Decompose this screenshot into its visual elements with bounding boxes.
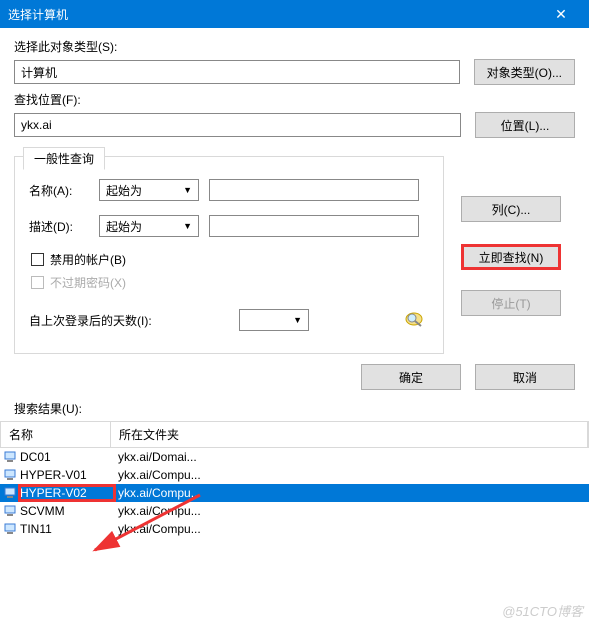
location-label: 查找位置(F): [14, 91, 575, 108]
name-match-select[interactable]: 起始为 ▼ [99, 179, 199, 201]
table-row[interactable]: DC01 ykx.ai/Domai... [0, 448, 589, 466]
row-name: SCVMM [20, 504, 65, 518]
titlebar: 选择计算机 ✕ [0, 0, 589, 28]
table-row[interactable]: HYPER-V02 ykx.ai/Compu... [0, 484, 589, 502]
common-queries-tab-panel: 一般性查询 名称(A): 起始为 ▼ 描述(D): 起始为 ▼ [14, 156, 444, 354]
computer-icon [4, 468, 18, 482]
computer-icon [4, 450, 18, 464]
row-folder: ykx.ai/Compu... [114, 522, 589, 536]
table-row[interactable]: SCVMM ykx.ai/Compu... [0, 502, 589, 520]
ok-button[interactable]: 确定 [361, 364, 461, 390]
object-type-label: 选择此对象类型(S): [14, 38, 575, 55]
no-expire-label: 不过期密码(X) [50, 274, 126, 291]
close-icon[interactable]: ✕ [541, 6, 581, 23]
disabled-accounts-checkbox[interactable] [31, 253, 44, 266]
days-since-label: 自上次登录后的天数(I): [29, 312, 179, 329]
location-field: ykx.ai [14, 113, 461, 137]
computer-icon [4, 522, 18, 536]
computer-icon [4, 486, 18, 500]
row-folder: ykx.ai/Compu... [114, 486, 589, 500]
row-name: TIN11 [20, 522, 52, 536]
tab-common-queries[interactable]: 一般性查询 [23, 147, 105, 170]
column-name[interactable]: 名称 [1, 422, 111, 447]
days-since-select[interactable]: ▼ [239, 309, 309, 331]
row-folder: ykx.ai/Domai... [114, 450, 589, 464]
desc-label: 描述(D): [29, 218, 99, 235]
desc-match-select[interactable]: 起始为 ▼ [99, 215, 199, 237]
chevron-down-icon: ▼ [183, 185, 192, 195]
row-name: DC01 [20, 450, 51, 464]
no-expire-checkbox [31, 276, 44, 289]
column-folder[interactable]: 所在文件夹 [111, 422, 588, 447]
chevron-down-icon: ▼ [183, 221, 192, 231]
cancel-button[interactable]: 取消 [475, 364, 575, 390]
watermark: @51CTO博客 [502, 601, 583, 620]
stop-button: 停止(T) [461, 290, 561, 316]
search-icon [401, 310, 429, 330]
row-folder: ykx.ai/Compu... [114, 504, 589, 518]
disabled-accounts-label: 禁用的帐户(B) [50, 251, 126, 268]
desc-input[interactable] [209, 215, 419, 237]
row-name: HYPER-V02 [20, 486, 87, 500]
row-folder: ykx.ai/Compu... [114, 468, 589, 482]
results-label: 搜索结果(U): [14, 400, 589, 417]
locations-button[interactable]: 位置(L)... [475, 112, 575, 138]
row-name: HYPER-V01 [20, 468, 87, 482]
object-type-field: 计算机 [14, 60, 460, 84]
object-types-button[interactable]: 对象类型(O)... [474, 59, 575, 85]
results-list: 名称 所在文件夹 DC01 ykx.ai/Domai... HYPER-V01 ykx… [0, 421, 589, 538]
find-now-button[interactable]: 立即查找(N) [461, 244, 561, 270]
computer-icon [4, 504, 18, 518]
results-header: 名称 所在文件夹 [0, 421, 589, 448]
chevron-down-icon: ▼ [293, 315, 302, 325]
name-label: 名称(A): [29, 182, 99, 199]
columns-button[interactable]: 列(C)... [461, 196, 561, 222]
table-row[interactable]: TIN11 ykx.ai/Compu... [0, 520, 589, 538]
window-title: 选择计算机 [8, 6, 68, 23]
table-row[interactable]: HYPER-V01 ykx.ai/Compu... [0, 466, 589, 484]
name-input[interactable] [209, 179, 419, 201]
